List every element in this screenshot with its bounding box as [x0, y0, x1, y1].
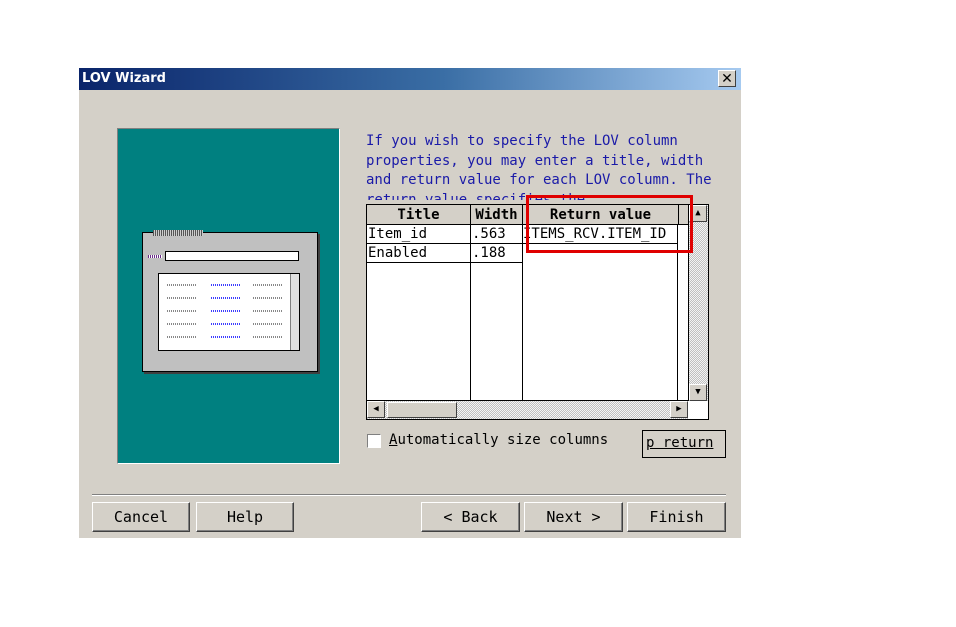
down-arrow-icon: ▼: [695, 387, 701, 397]
scroll-left-button[interactable]: ◀: [367, 401, 385, 418]
auto-size-columns-checkbox[interactable]: [367, 434, 381, 448]
illustration-dots: [167, 284, 197, 286]
back-button[interactable]: < Back: [421, 502, 520, 532]
lov-wizard-window: LOV Wizard ✕ If you wish to specify the …: [79, 68, 741, 538]
up-arrow-icon: ▲: [695, 208, 701, 218]
auto-size-columns-label[interactable]: Automatically size columns: [389, 432, 608, 448]
illustration-scrollbar-graphic: [290, 274, 299, 350]
cancel-button[interactable]: Cancel: [92, 502, 190, 532]
right-arrow-icon: ▶: [676, 404, 682, 414]
cell-width[interactable]: .188: [471, 244, 523, 263]
illustration-dots: [253, 310, 283, 312]
illustration-dots: [211, 297, 241, 299]
illustration-dots: [253, 323, 283, 325]
cell-title[interactable]: Item_id: [367, 225, 471, 244]
instruction-text: If you wish to specify the LOV column pr…: [366, 133, 712, 200]
illustration-field-graphic: [165, 251, 299, 261]
illustration-label-graphic: [148, 255, 162, 258]
column-header-title[interactable]: Title: [367, 205, 471, 225]
illustration-dots: [253, 336, 283, 338]
illustration-dots: [211, 323, 241, 325]
illustration-dots: [253, 284, 283, 286]
illustration-dots: [211, 284, 241, 286]
wizard-illustration: [117, 128, 340, 464]
left-arrow-icon: ◀: [373, 404, 379, 414]
illustration-dots: [167, 310, 197, 312]
separator: [92, 494, 726, 496]
column-header-width[interactable]: Width: [471, 205, 523, 225]
scroll-down-button[interactable]: ▼: [689, 384, 707, 401]
title-bar[interactable]: LOV Wizard ✕: [79, 68, 741, 90]
close-icon: ✕: [721, 71, 733, 87]
illustration-window-graphic: [142, 230, 318, 372]
close-button[interactable]: ✕: [718, 70, 736, 87]
scroll-right-button[interactable]: ▶: [670, 401, 688, 418]
window-title: LOV Wizard: [82, 71, 166, 86]
illustration-dots: [167, 297, 197, 299]
illustration-list-graphic: [158, 273, 300, 351]
illustration-dots: [211, 336, 241, 338]
highlight-annotation: [526, 195, 693, 253]
cell-title[interactable]: Enabled: [367, 244, 471, 263]
horizontal-scroll-thumb[interactable]: [387, 402, 457, 418]
cell-width[interactable]: .563: [471, 225, 523, 244]
next-button[interactable]: Next >: [524, 502, 623, 532]
help-button[interactable]: Help: [196, 502, 294, 532]
illustration-dots: [167, 323, 197, 325]
illustration-dots: [253, 297, 283, 299]
finish-button[interactable]: Finish: [627, 502, 726, 532]
illustration-title-graphic: [153, 230, 203, 236]
horizontal-scrollbar[interactable]: ◀ ▶: [367, 400, 688, 419]
illustration-dots: [211, 310, 241, 312]
lookup-return-button[interactable]: p return: [642, 430, 726, 458]
illustration-dots: [167, 336, 197, 338]
